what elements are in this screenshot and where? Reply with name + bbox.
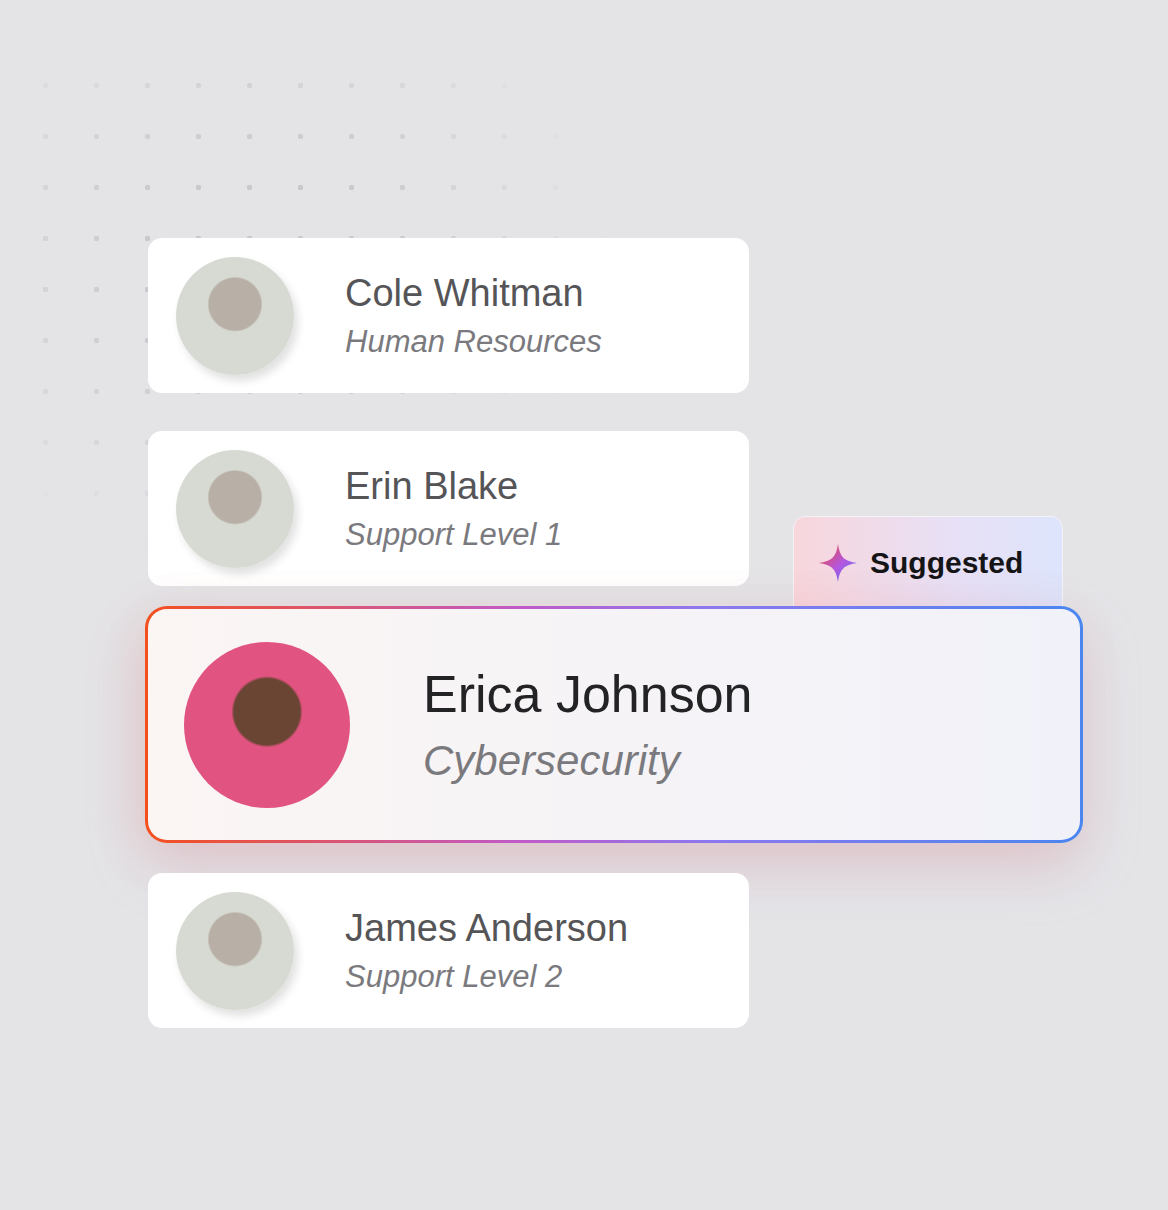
person-department: Support Level 2 — [345, 958, 628, 995]
person-info: Cole Whitman Human Resources — [345, 271, 602, 360]
avatar-photo — [176, 892, 294, 1010]
person-name: James Anderson — [345, 906, 628, 952]
people-list: Cole Whitman Human Resources Erin Blake Sup… — [148, 238, 1168, 1028]
person-card[interactable]: Erin Blake Support Level 1 — [148, 431, 749, 586]
person-name: Erin Blake — [345, 464, 562, 510]
person-department: Cybersecurity — [423, 736, 753, 786]
person-row: Cole Whitman Human Resources — [148, 238, 1168, 393]
person-department: Human Resources — [345, 323, 602, 360]
person-name: Erica Johnson — [423, 663, 753, 725]
person-row: James Anderson Support Level 2 — [148, 873, 1168, 1028]
person-info: Erica Johnson Cybersecurity — [423, 663, 753, 786]
person-row: SuggestedErica JohnsonCybersecurity — [145, 606, 1168, 843]
person-department: Support Level 1 — [345, 516, 562, 553]
person-card[interactable]: James Anderson Support Level 2 — [148, 873, 749, 1028]
page: Cole Whitman Human Resources Erin Blake Sup… — [0, 0, 1168, 1210]
avatar-photo — [176, 257, 294, 375]
avatar-photo — [184, 642, 350, 808]
person-info: James Anderson Support Level 2 — [345, 906, 628, 995]
badge-label: Suggested — [870, 543, 1023, 583]
avatar-photo — [176, 450, 294, 568]
person-info: Erin Blake Support Level 1 — [345, 464, 562, 553]
person-card[interactable]: Erica Johnson Cybersecurity — [145, 606, 1083, 843]
person-name: Cole Whitman — [345, 271, 602, 317]
person-card[interactable]: Cole Whitman Human Resources — [148, 238, 749, 393]
sparkle-icon — [818, 543, 858, 583]
